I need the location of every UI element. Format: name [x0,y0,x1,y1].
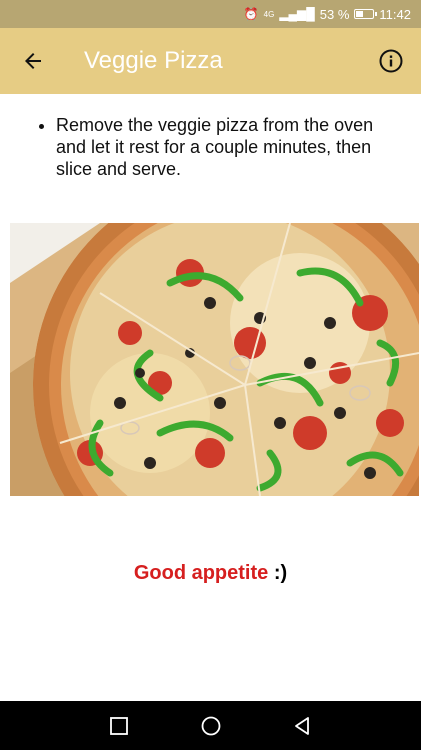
home-button[interactable] [199,714,223,738]
closing-emphasis: Good appetite [133,562,269,584]
alarm-icon: ⏰ [243,7,259,21]
pizza-photo [10,223,419,496]
battery-percent: 53 % [319,6,350,22]
instruction-item: Remove the veggie pizza from the oven an… [56,114,408,180]
arrow-back-icon [25,53,41,69]
recipe-step-content: Remove the veggie pizza from the oven an… [0,94,421,701]
info-icon [379,49,403,73]
network-type: 4G [263,9,275,19]
app-bar: Veggie Pizza [0,28,421,94]
status-bar: ⏰ 4G ▂▄▆█ 53 % 11:42 [0,0,421,28]
signal-icon: ▂▄▆█ [279,7,315,21]
recent-apps-icon [109,716,128,735]
instruction-list: Remove the veggie pizza from the oven an… [38,114,408,180]
clock: 11:42 [379,6,411,22]
back-icon [294,716,309,735]
system-back-button[interactable] [291,714,315,738]
closing-message: Good appetite :) [0,562,421,585]
system-navigation-bar [0,701,421,750]
closing-smiley: :) [268,562,288,584]
page-title: Veggie Pizza [84,47,223,74]
back-button[interactable] [0,28,66,94]
home-icon [201,716,220,735]
battery-icon [354,9,378,19]
recent-apps-button[interactable] [107,714,131,738]
info-button[interactable] [361,28,421,94]
